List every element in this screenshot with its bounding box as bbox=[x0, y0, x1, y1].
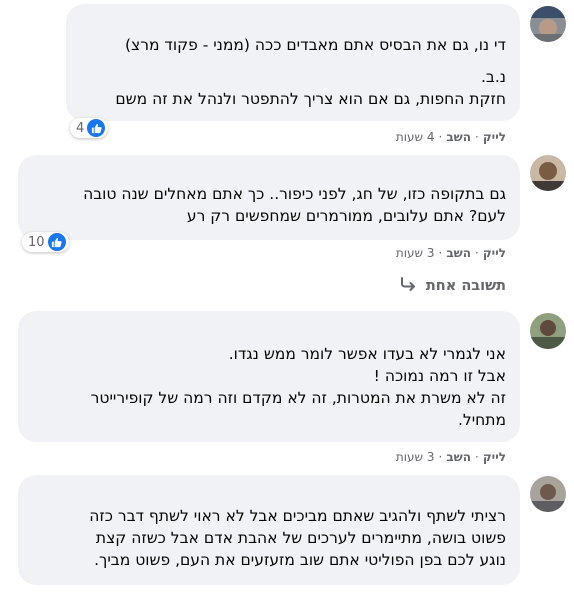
commenter-avatar[interactable] bbox=[530, 476, 566, 512]
comment-text: נוגע לכם בפן הפוליטי אתם שוב מזעזעים את … bbox=[94, 551, 506, 569]
reply-link[interactable]: השב bbox=[446, 130, 471, 144]
comment-text: רציתי לשתף ולהגיב שאתם מביכים אבל לא ראו… bbox=[89, 507, 506, 525]
comment-actions: לייק · השב · 3 שעות bbox=[395, 450, 506, 464]
comment-text: די נו, גם את הבסיס אתם מאבדים ככה (ממני … bbox=[124, 36, 506, 54]
commenter-avatar[interactable] bbox=[530, 313, 566, 349]
comment-time[interactable]: 3 שעות bbox=[396, 450, 435, 464]
comment-text: נ.ב. bbox=[480, 68, 506, 86]
comment-bubble: די נו, גם את הבסיס אתם מאבדים ככה (ממני … bbox=[66, 4, 520, 121]
reply-link[interactable]: השב bbox=[446, 246, 471, 260]
commenter-avatar[interactable] bbox=[530, 6, 566, 42]
comment-text: חזקת החפות, גם אם הוא צריך להתפטר ולנהל … bbox=[115, 90, 506, 108]
reply-arrow-icon bbox=[400, 277, 418, 295]
comment-text: פשוט בושה, מתיימרים לערכים של אהבת אדם א… bbox=[95, 529, 506, 547]
view-replies-link[interactable]: תשובה אחת bbox=[400, 277, 506, 295]
comment-text: אני לגמרי לא בעדו אפשר לומר ממש נגדו. bbox=[228, 345, 506, 363]
comment-text: אבל זו רמה נמוכה ! bbox=[373, 367, 506, 385]
reaction-count: 10 bbox=[28, 234, 45, 250]
comment-text: זה לא משרת את המטרות, זה לא מקדם וזה רמה… bbox=[90, 389, 506, 407]
comment-bubble: רציתי לשתף ולהגיב שאתם מביכים אבל לא ראו… bbox=[18, 475, 520, 585]
reaction-badge[interactable]: 10 bbox=[22, 232, 69, 252]
reaction-count: 4 bbox=[76, 120, 85, 136]
like-link[interactable]: לייק bbox=[483, 130, 506, 144]
scroll-cutoff bbox=[0, 585, 574, 593]
like-link[interactable]: לייק bbox=[483, 450, 506, 464]
thumbs-up-icon bbox=[47, 233, 66, 251]
comment-text: לעם? אתם עלובים, ממורמרים שמחפשים רק רע bbox=[186, 207, 506, 225]
thumbs-up-icon bbox=[87, 119, 106, 137]
like-link[interactable]: לייק bbox=[483, 246, 506, 260]
comment-bubble: אני לגמרי לא בעדו אפשר לומר ממש נגדו. אב… bbox=[18, 311, 520, 442]
reaction-badge[interactable]: 4 bbox=[70, 118, 109, 138]
commenter-avatar[interactable] bbox=[530, 155, 566, 191]
comment-bubble: גם בתקופה כזו, של חג, לפני כיפור.. כך את… bbox=[18, 155, 520, 240]
comment-text: מתחיל. bbox=[457, 411, 506, 429]
comment-actions: לייק · השב · 4 שעות bbox=[395, 130, 506, 144]
comment-time[interactable]: 4 שעות bbox=[396, 130, 435, 144]
comment-time[interactable]: 3 שעות bbox=[396, 246, 435, 260]
comment-actions: לייק · השב · 3 שעות bbox=[395, 246, 506, 260]
comment-text: גם בתקופה כזו, של חג, לפני כיפור.. כך את… bbox=[83, 185, 506, 203]
replies-count-label: תשובה אחת bbox=[425, 278, 506, 294]
reply-link[interactable]: השב bbox=[446, 450, 471, 464]
